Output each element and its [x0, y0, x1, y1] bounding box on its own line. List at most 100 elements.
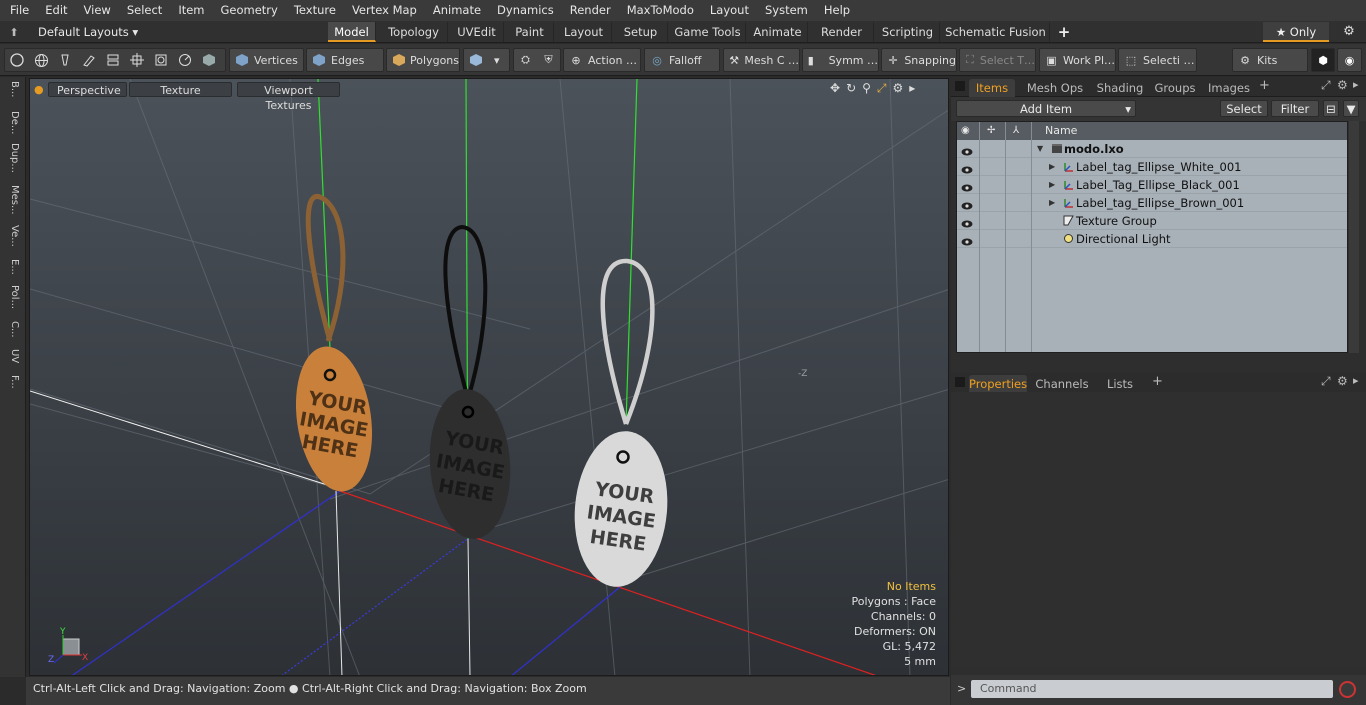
rotate-view-icon[interactable]: ↻	[846, 81, 856, 96]
tree-row[interactable]: Texture Group	[957, 212, 1347, 230]
tree-row[interactable]: Directional Light	[957, 230, 1347, 248]
3d-viewport[interactable]: YOUR IMAGE HERE YOUR IMAGE HERE YOUR IMA…	[29, 78, 949, 676]
items-tab-groups[interactable]: Groups	[1151, 79, 1199, 97]
items-tab-items[interactable]: Items	[969, 79, 1015, 97]
menu-item[interactable]: Item	[170, 0, 212, 21]
items-add-tab-icon[interactable]: +	[1259, 78, 1270, 93]
left-tab-5[interactable]: E...	[3, 259, 23, 275]
rotate-icon[interactable]	[176, 51, 194, 69]
symmetry-button[interactable]: ▮ Symm …	[802, 48, 879, 72]
snapping-button[interactable]: ✛ Snapping	[881, 48, 957, 72]
polygons-button[interactable]: Polygons	[386, 48, 460, 72]
properties-tab-lists[interactable]: Lists	[1095, 375, 1145, 393]
perspective-button[interactable]: Perspective	[48, 82, 127, 97]
tab-render[interactable]: Render	[810, 22, 874, 42]
panel-expand-icon[interactable]: ⤢	[1321, 78, 1331, 93]
properties-panel-menu-icon[interactable]	[955, 377, 965, 387]
menu-dynamics[interactable]: Dynamics	[489, 0, 562, 21]
panel-gear-icon[interactable]: ⚙	[1337, 78, 1348, 92]
texture-button[interactable]: Texture	[129, 82, 232, 97]
gear-icon[interactable]: ⚙	[1338, 22, 1360, 42]
action-center-button[interactable]: ⊕ Action …	[563, 48, 641, 72]
menu-file[interactable]: File	[0, 0, 37, 21]
properties-gear-icon[interactable]: ⚙	[1337, 374, 1348, 388]
select-through-button[interactable]: ⛶ Select T…	[959, 48, 1036, 72]
tab-topology[interactable]: Topology	[380, 22, 448, 42]
select-button[interactable]: Select	[1220, 100, 1268, 117]
record-icon[interactable]	[1339, 681, 1356, 698]
expand-right-icon[interactable]: ▶	[1049, 194, 1055, 212]
eye-icon[interactable]	[961, 180, 973, 192]
add-tab-button[interactable]: +	[1056, 22, 1072, 42]
mesh-item-dropdown[interactable]: ▾	[463, 48, 510, 72]
items-tab-images[interactable]: Images	[1203, 79, 1255, 97]
left-tab-7[interactable]: C...	[3, 321, 23, 338]
item-mode-icon[interactable]	[200, 51, 218, 69]
properties-tab-channels[interactable]: Channels	[1033, 375, 1091, 393]
menu-texture[interactable]: Texture	[286, 0, 344, 21]
filter-button[interactable]: Filter	[1271, 100, 1319, 117]
tab-scripting[interactable]: Scripting	[876, 22, 940, 42]
eye-icon[interactable]	[961, 162, 973, 174]
items-tab-shading[interactable]: Shading	[1091, 79, 1149, 97]
menu-help[interactable]: Help	[816, 0, 858, 21]
expand-right-icon[interactable]: ▶	[1049, 158, 1055, 176]
menu-animate[interactable]: Animate	[425, 0, 489, 21]
menu-render[interactable]: Render	[562, 0, 619, 21]
add-item-button[interactable]: Add Item ▾	[956, 100, 1136, 117]
expand-right-icon[interactable]: ▶	[1049, 176, 1055, 194]
eye-icon[interactable]	[961, 144, 973, 156]
panel-arrow-icon[interactable]: ▸	[1353, 78, 1359, 91]
left-tab-1[interactable]: De...	[3, 111, 23, 134]
tree-row[interactable]: ▶ Label_tag_Ellipse_Brown_001	[957, 194, 1347, 212]
zoom-icon[interactable]: ⚲	[862, 81, 871, 96]
tab-paint[interactable]: Paint	[506, 22, 554, 42]
properties-add-tab-icon[interactable]: +	[1152, 374, 1163, 389]
tab-animate[interactable]: Animate	[748, 22, 808, 42]
panel-menu-icon[interactable]	[955, 81, 965, 91]
only-toggle[interactable]: ★ Only	[1263, 22, 1329, 42]
pen-tool-icon[interactable]	[56, 51, 74, 69]
properties-expand-icon[interactable]: ⤢	[1321, 374, 1331, 389]
left-tab-4[interactable]: Ve...	[3, 225, 23, 247]
menu-geometry[interactable]: Geometry	[213, 0, 286, 21]
selection-sets-button[interactable]: ⬚ Selecti …	[1118, 48, 1197, 72]
kits-button[interactable]: ⚙ Kits	[1232, 48, 1308, 72]
edges-button[interactable]: Edges	[306, 48, 384, 72]
vertices-button[interactable]: Vertices	[229, 48, 304, 72]
eye-icon[interactable]	[961, 198, 973, 210]
left-tab-6[interactable]: Pol...	[3, 285, 23, 309]
eye-icon[interactable]	[961, 234, 973, 246]
expand-down-icon[interactable]: ▼	[1037, 140, 1043, 158]
viewport-menu-dot[interactable]: ●	[34, 82, 44, 97]
menu-edit[interactable]: Edit	[37, 0, 75, 21]
work-plane-button[interactable]: ▣ Work Pl…	[1039, 48, 1116, 72]
transform-icon[interactable]	[128, 51, 146, 69]
left-tab-3[interactable]: Mes...	[3, 185, 23, 215]
default-layouts-dropdown[interactable]: Default Layouts ▾	[28, 25, 138, 39]
left-tab-9[interactable]: F...	[3, 375, 23, 389]
tab-model[interactable]: Model	[328, 22, 376, 42]
tab-game-tools[interactable]: Game Tools	[670, 22, 746, 42]
move-icon[interactable]: ✥	[830, 81, 840, 96]
tab-layout[interactable]: Layout	[556, 22, 612, 42]
viewport-gear-icon[interactable]: ⚙	[893, 81, 904, 96]
cube-toggle-button[interactable]: ⬢	[1311, 48, 1335, 72]
eye-icon[interactable]	[961, 216, 973, 228]
viewport-textures-button[interactable]: Viewport Textures	[237, 82, 340, 112]
menu-system[interactable]: System	[757, 0, 816, 21]
items-tab-mesh-ops[interactable]: Mesh Ops	[1023, 79, 1087, 97]
element-select-icon[interactable]	[152, 51, 170, 69]
tree-row[interactable]: ▼ modo.lxo	[957, 140, 1347, 158]
menu-view[interactable]: View	[76, 0, 119, 21]
left-tab-2[interactable]: Dup...	[3, 143, 23, 173]
menu-vertex-map[interactable]: Vertex Map	[344, 0, 425, 21]
maximize-icon[interactable]: ⤢	[877, 81, 887, 96]
chevron-right-icon[interactable]: ▸	[909, 81, 915, 96]
menu-maxtomodo[interactable]: MaxToModo	[619, 0, 702, 21]
globe-icon[interactable]	[32, 51, 50, 69]
properties-arrow-icon[interactable]: ▸	[1353, 374, 1359, 387]
mesh-constraint-button[interactable]: ⚒ Mesh C …	[723, 48, 800, 72]
circle-select-icon[interactable]	[8, 51, 26, 69]
menu-select[interactable]: Select	[119, 0, 170, 21]
